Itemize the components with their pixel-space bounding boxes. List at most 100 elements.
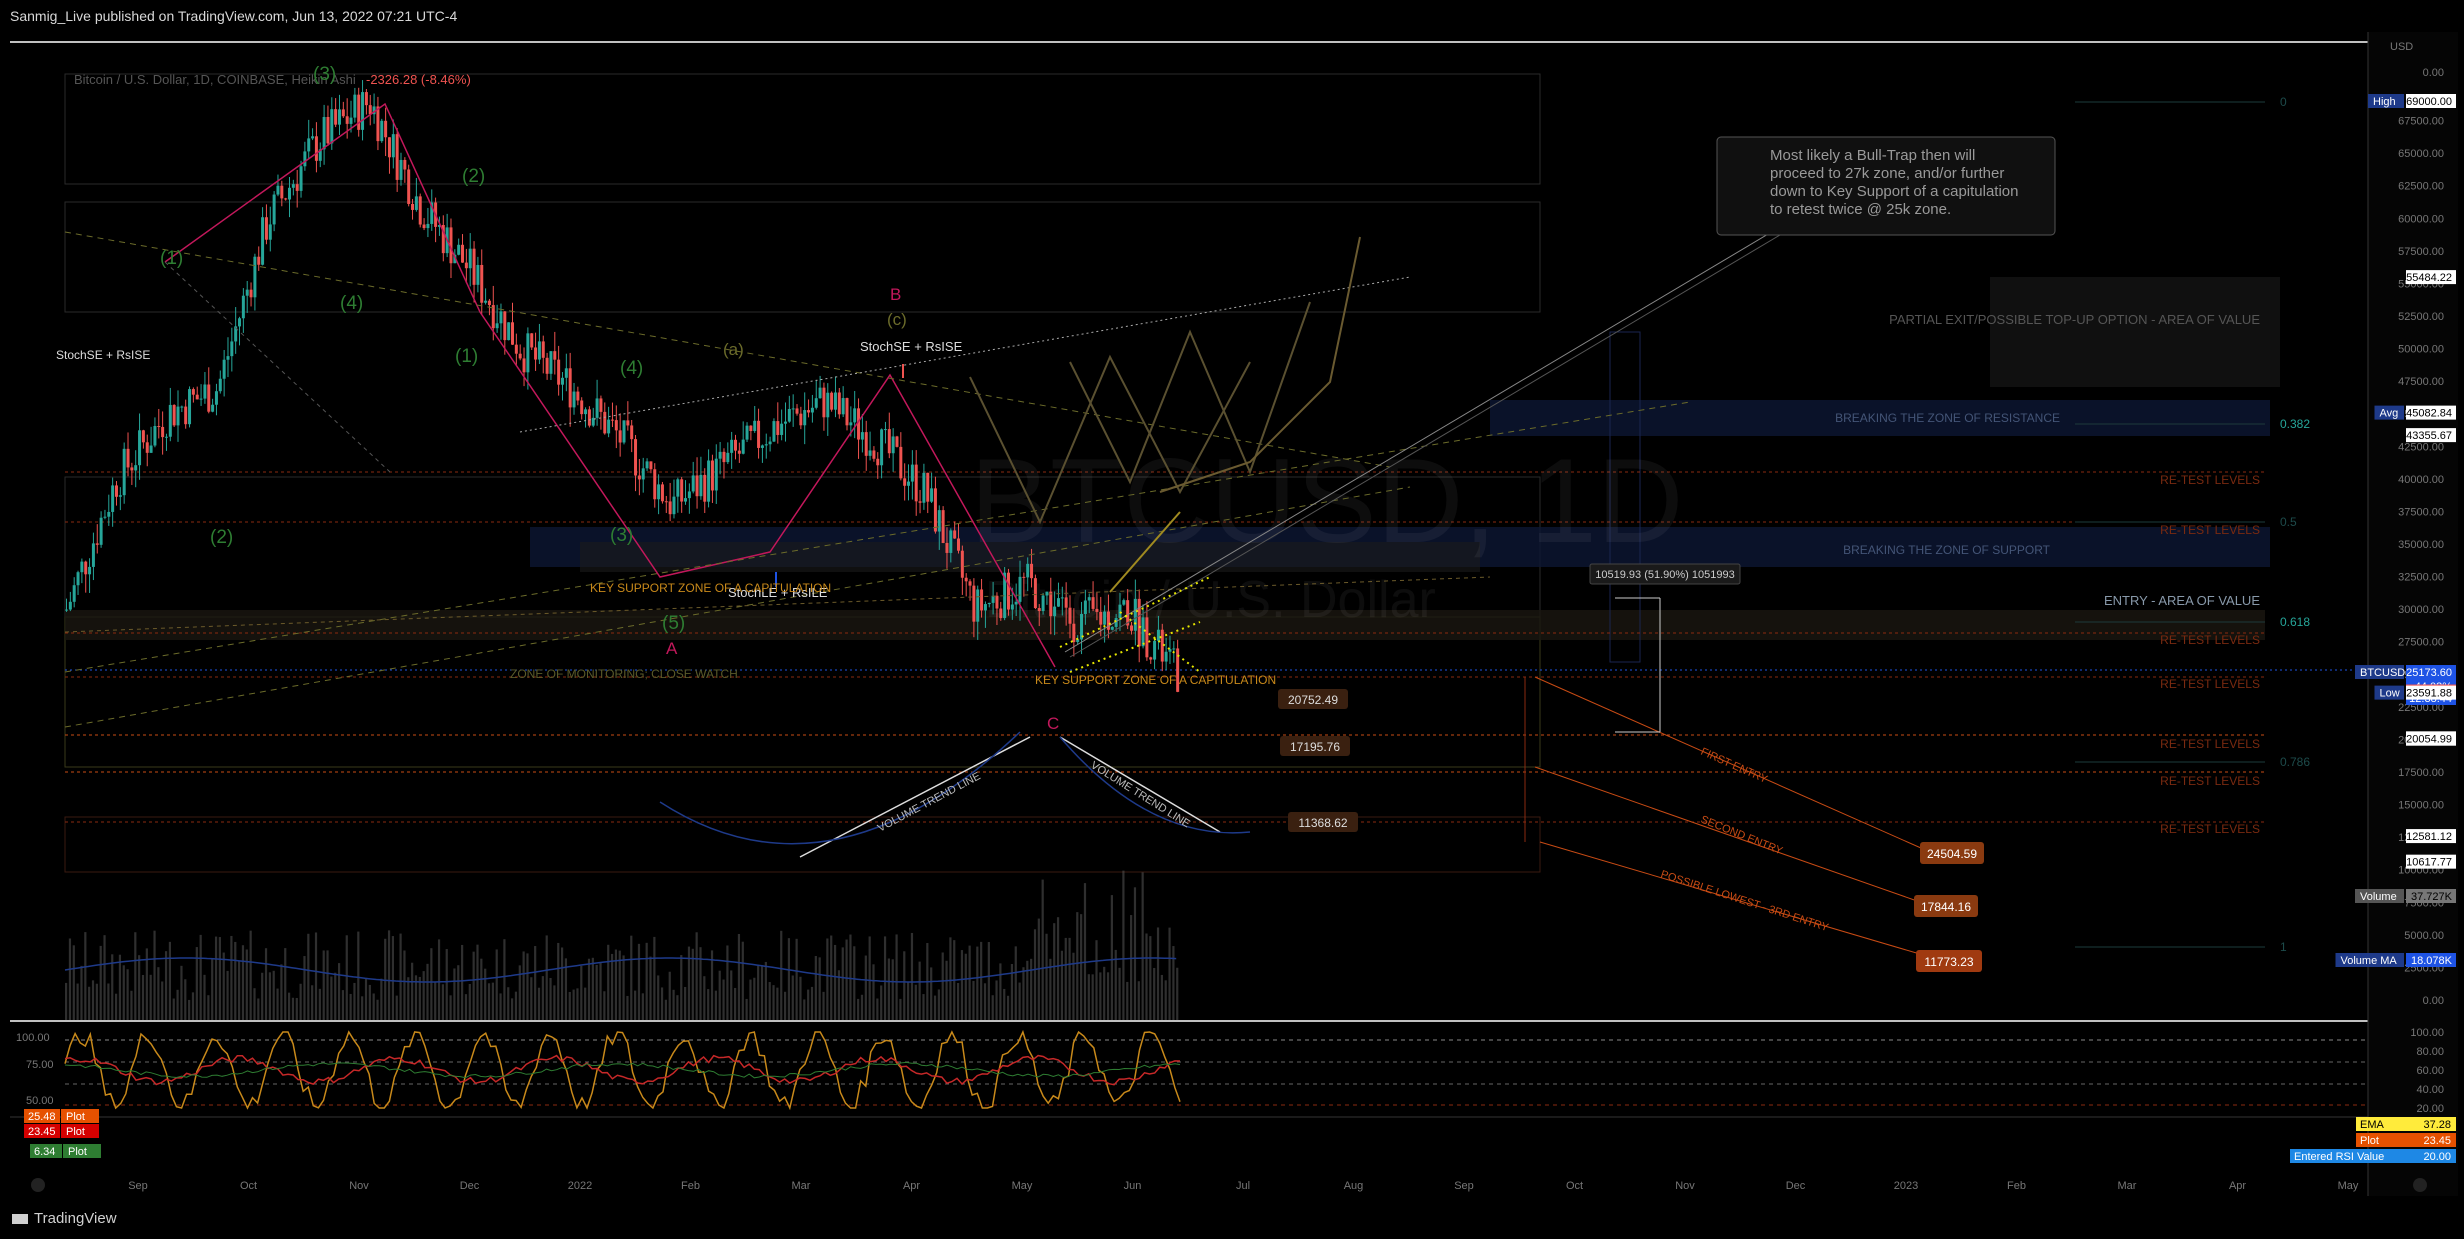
candle-body (1149, 657, 1153, 660)
candle-body (376, 106, 380, 142)
candle-body (403, 159, 407, 170)
volume-bar (810, 986, 814, 1020)
y-tick: 37500.00 (2398, 506, 2444, 518)
volume-bar (253, 988, 256, 1020)
volume-bar (964, 953, 967, 1020)
volume-bar (757, 965, 760, 1020)
rsi-right-value: 37.28 (2423, 1119, 2451, 1131)
rsi-plot-name: Plot (68, 1146, 87, 1158)
rsi-right-name: Entered RSI Value (2294, 1151, 2384, 1163)
candle-body (72, 585, 76, 602)
volume-bar (303, 956, 306, 1020)
volume-bar (730, 970, 733, 1020)
candle-body (261, 217, 265, 265)
candle-body (226, 356, 230, 360)
volume-bar (830, 935, 833, 1020)
candle-body (868, 450, 872, 456)
volume-bar (357, 931, 360, 1020)
volume-bar (103, 935, 106, 1020)
x-tick: Feb (681, 1180, 700, 1192)
price-chart[interactable]: 0 0.382 0.5 0.618 0.786 1 PARTIAL EXIT/P… (10, 32, 2458, 1196)
price-label-value: 23591.88 (2406, 688, 2452, 700)
candle-body (418, 196, 422, 225)
volume-bar (272, 970, 275, 1020)
candle-body (541, 341, 545, 358)
candle-body (584, 409, 588, 415)
volume-bar (168, 941, 172, 1020)
volume-bar (65, 982, 68, 1020)
watermark-sub: Bitcoin / U.S. Dollar (985, 571, 1436, 629)
x-tick: May (2338, 1180, 2359, 1192)
candle-body (983, 604, 987, 611)
zone-support: BREAKING THE ZONE OF SUPPORT (1843, 543, 2051, 557)
volume-bar (945, 960, 948, 1020)
candle-body (922, 472, 926, 503)
candle-body (303, 151, 307, 167)
candle-body (853, 408, 857, 423)
candle-body (791, 408, 795, 410)
candle-body (334, 109, 338, 125)
volume-bar (910, 932, 914, 1020)
auto-scale-button[interactable] (2413, 1178, 2427, 1192)
volume-bar (726, 945, 729, 1020)
candle-body (157, 426, 161, 428)
entry-value: 11773.23 (1924, 955, 1973, 969)
timezone-button[interactable] (31, 1178, 45, 1192)
candle-body (622, 420, 626, 443)
volume-bar (172, 998, 175, 1020)
y-tick: 5000.00 (2404, 930, 2444, 942)
rsi-left-tick: 50.00 (26, 1095, 54, 1107)
candle-body (980, 589, 984, 611)
candle-body (945, 542, 949, 553)
volume-bar (249, 930, 252, 1020)
volume-bar (107, 983, 110, 1020)
candle-body (395, 134, 399, 180)
candle-body (1087, 597, 1091, 601)
candle-body (876, 458, 880, 466)
volume-bar (522, 951, 525, 1020)
candle-body (1145, 617, 1149, 658)
monitoring-label: ZONE OF MONITORING; CLOSE WATCH (510, 667, 738, 681)
candle-body (253, 256, 257, 298)
volume-bar (980, 941, 983, 1020)
price-label-value: 43355.67 (2406, 430, 2452, 442)
volume-bar (883, 936, 887, 1020)
candle-body (895, 436, 899, 447)
candle-body (737, 450, 741, 454)
candle-body (1103, 611, 1107, 625)
volume-bar (872, 964, 875, 1020)
candle-body (722, 451, 726, 463)
chart-svg[interactable]: 0 0.382 0.5 0.618 0.786 1 PARTIAL EXIT/P… (10, 32, 2458, 1196)
volume-bar (1087, 974, 1090, 1020)
key-support-label: KEY SUPPORT ZONE OF A CAPITULATION (1035, 673, 1276, 687)
price-label-value: 69000.00 (2406, 96, 2452, 108)
volume-bar (660, 987, 664, 1020)
candle-body (95, 543, 99, 545)
candle-body (1156, 629, 1160, 641)
volume-bar (411, 962, 414, 1020)
candle-body (195, 394, 199, 400)
volume-bar (976, 946, 979, 1020)
volume-bar (457, 965, 460, 1020)
candle-body (991, 595, 995, 603)
volume-bar (218, 937, 221, 1020)
candle-body (211, 404, 215, 412)
price-label-name: Low (2380, 688, 2400, 700)
volume-bar (776, 987, 779, 1020)
volume-bar (649, 956, 652, 1020)
signal-label: StochSE + RsISE (860, 339, 963, 354)
volume-bar (630, 935, 633, 1020)
candle-body (349, 117, 353, 124)
wave-label: (5) (662, 613, 685, 634)
candle-body (968, 581, 972, 586)
candle-body (849, 422, 853, 426)
volume-bar (887, 958, 890, 1020)
candle-body (145, 442, 149, 453)
volume-bar (1149, 936, 1152, 1020)
candle-body (103, 516, 107, 518)
volume-bar (791, 975, 794, 1020)
volume-bar (430, 948, 433, 1020)
candle-body (637, 475, 641, 480)
tradingview-brand[interactable]: TradingView (12, 1210, 117, 1227)
candle-body (1164, 651, 1168, 662)
